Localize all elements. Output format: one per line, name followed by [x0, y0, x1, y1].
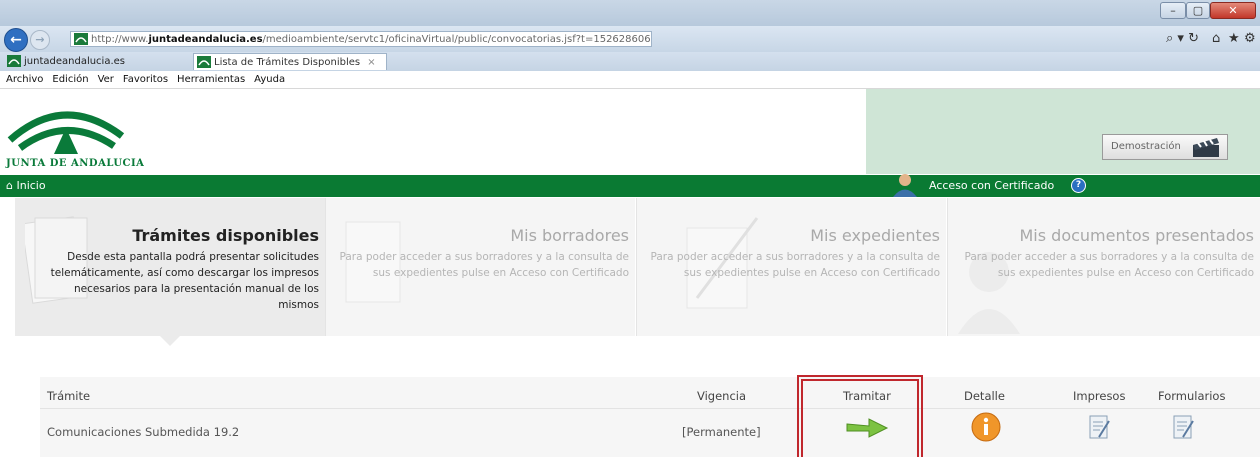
col-header-formularios: Formularios [1158, 389, 1226, 403]
menu-ayuda[interactable]: Ayuda [254, 74, 285, 85]
user-icon [893, 174, 917, 197]
site-favicon-icon [74, 33, 88, 45]
home-icon[interactable]: ⌂ [1212, 31, 1220, 46]
info-detail-icon[interactable] [970, 411, 1002, 443]
logo-text: JUNTA DE ANDALUCIA [6, 158, 145, 169]
settings-gear-icon[interactable]: ⚙ [1244, 31, 1256, 46]
certificate-access-link[interactable]: Acceso con Certificado [929, 179, 1054, 192]
impresos-document-icon[interactable] [1087, 413, 1113, 441]
back-button[interactable]: ← [4, 28, 28, 52]
clapperboard-icon [1193, 138, 1219, 157]
tab-strip [0, 52, 1260, 71]
home-label: Inicio [16, 179, 46, 192]
panel-title: Mis documentos presentados [1019, 226, 1254, 245]
panel-description: Desde esta pantalla podrá presentar soli… [50, 251, 319, 311]
tab-juntadeandalucia[interactable]: juntadeandalucia.es [4, 53, 154, 70]
favorites-star-icon[interactable]: ★ [1228, 31, 1240, 46]
menu-ver[interactable]: Ver [98, 74, 114, 85]
help-icon[interactable]: ? [1071, 178, 1086, 193]
col-header-detalle: Detalle [964, 389, 1005, 403]
col-header-impresos: Impresos [1073, 389, 1126, 403]
panel-tramites-disponibles[interactable]: Trámites disponibles Desde esta pantalla… [15, 198, 325, 336]
panel-description: Para poder acceder a sus borradores y a … [339, 251, 629, 279]
menu-favoritos[interactable]: Favoritos [123, 74, 168, 85]
vigencia-value: [Permanente] [682, 425, 761, 439]
menu-bar: Archivo Edición Ver Favoritos Herramientas Ay… [0, 71, 1260, 89]
url-field[interactable]: http://www.juntadeandalucia.es/medioambi… [70, 31, 652, 47]
panel-mis-documentos[interactable]: Mis documentos presentados Para poder ac… [947, 198, 1260, 336]
panel-description: Para poder acceder a sus borradores y a … [964, 251, 1254, 279]
home-icon: ⌂ [6, 179, 13, 192]
maximize-button[interactable]: ▢ [1186, 2, 1210, 19]
demo-label: Demostración [1111, 141, 1181, 152]
menu-edicion[interactable]: Edición [52, 74, 88, 85]
panel-title: Mis borradores [510, 226, 629, 245]
header-right-panel [866, 89, 1260, 174]
site-favicon-icon [197, 56, 211, 68]
highlight-box-inner [801, 379, 919, 457]
formularios-document-icon[interactable] [1171, 413, 1197, 441]
search-refresh-icon[interactable]: ⌕ ▾ ↻ [1166, 31, 1199, 46]
minimize-button[interactable]: – [1160, 2, 1186, 19]
active-panel-pointer [160, 336, 180, 346]
demo-button[interactable]: Demostración [1102, 134, 1228, 160]
site-favicon-icon [7, 55, 21, 67]
junta-andalucia-logo[interactable] [6, 98, 126, 158]
tramite-name[interactable]: Comunicaciones Submedida 19.2 [47, 425, 239, 439]
forward-button[interactable]: → [30, 30, 50, 50]
close-window-button[interactable]: ✕ [1210, 2, 1256, 19]
panel-title: Trámites disponibles [132, 226, 319, 245]
col-header-tramite: Trámite [47, 389, 91, 403]
panel-mis-expedientes[interactable]: Mis expedientes Para poder acceder a sus… [636, 198, 946, 336]
menu-herramientas[interactable]: Herramientas [177, 74, 245, 85]
home-link[interactable]: ⌂ Inicio [6, 179, 46, 192]
panel-mis-borradores[interactable]: Mis borradores Para poder acceder a sus … [325, 198, 635, 336]
col-header-vigencia: Vigencia [697, 389, 747, 403]
menu-archivo[interactable]: Archivo [6, 74, 43, 85]
tab-label: juntadeandalucia.es [24, 56, 126, 67]
close-tab-icon[interactable]: × [367, 57, 375, 68]
window-titlebar [0, 0, 1260, 26]
panel-title: Mis expedientes [810, 226, 940, 245]
panel-description: Para poder acceder a sus borradores y a … [650, 251, 940, 279]
tab-label: Lista de Trámites Disponibles [214, 57, 361, 68]
tab-lista-tramites[interactable]: Lista de Trámites Disponibles × [193, 53, 387, 70]
